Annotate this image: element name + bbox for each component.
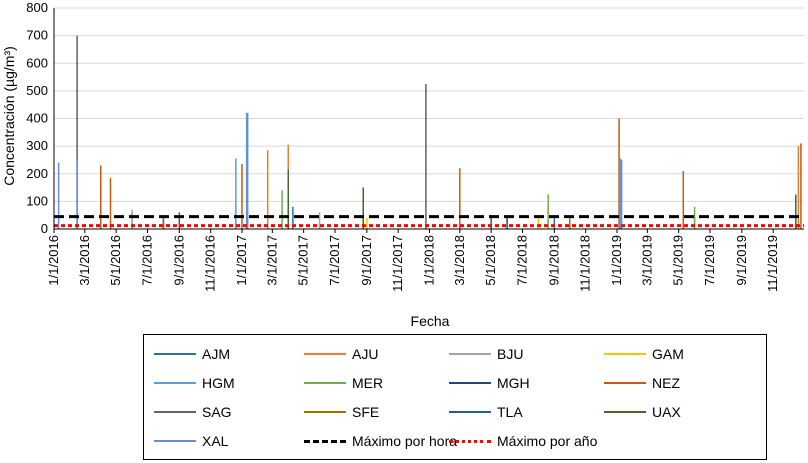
legend-swatch [449, 382, 491, 384]
x-tick-label: 3/1/2019 [639, 235, 654, 286]
legend-swatch [604, 411, 646, 413]
legend-label: MER [352, 375, 384, 391]
x-axis-title: Fecha [411, 313, 450, 329]
x-tick-label: 11/1/2018 [578, 235, 593, 292]
legend-item: BJU [449, 344, 523, 364]
legend-item: Máximo por año [449, 431, 597, 451]
x-tick-label: 7/1/2019 [702, 235, 717, 286]
legend-item: TLA [449, 402, 523, 422]
chart-legend: AJM AJU BJU GAM HGM MER MGH NEZ SAG SFE TLA UAX XAL M… [143, 334, 767, 460]
legend-swatch [449, 439, 491, 443]
x-tick-label: 9/1/2018 [546, 235, 561, 286]
legend-label: Máximo por hora [352, 433, 458, 449]
legend-label: XAL [202, 433, 229, 449]
x-tick-label: 1/1/2016 [46, 235, 61, 286]
legend-swatch [604, 353, 646, 355]
legend-label: AJM [202, 346, 230, 362]
legend-label: SFE [352, 404, 380, 420]
legend-swatch [449, 411, 491, 413]
y-tick-label: 300 [26, 138, 48, 153]
legend-item: SFE [304, 402, 379, 422]
y-tick-label: 200 [26, 166, 48, 181]
x-tick-label: 1/1/2018 [422, 235, 437, 286]
y-tick-label: 0 [41, 221, 48, 236]
x-tick-label: 9/1/2017 [359, 235, 374, 286]
legend-swatch [154, 353, 196, 355]
chart-area: 0 100 200 300 400 500 600 700 800 1/1/2016 3/1/20… [1, 0, 804, 329]
x-tick-label: 3/1/2017 [264, 235, 279, 286]
x-tick-label: 11/1/2017 [390, 235, 405, 292]
legend-swatch [304, 439, 346, 443]
legend-label: GAM [652, 346, 684, 362]
x-tick-label: 5/1/2016 [108, 235, 123, 286]
legend-swatch [304, 411, 346, 413]
legend-label: BJU [497, 346, 524, 362]
legend-item: Máximo por hora [304, 431, 457, 451]
legend-label: NEZ [652, 375, 680, 391]
legend-swatch [304, 353, 346, 355]
x-tick-label: 3/1/2016 [77, 235, 92, 286]
legend-label: AJU [352, 346, 379, 362]
x-tick-label: 1/1/2017 [234, 235, 249, 286]
legend-label: Máximo por año [497, 433, 598, 449]
x-tick-label: 1/1/2019 [609, 235, 624, 286]
legend-label: MGH [497, 375, 530, 391]
legend-item: MGH [449, 373, 530, 393]
x-tick-label: 5/1/2019 [671, 235, 686, 286]
legend-item: HGM [154, 373, 235, 393]
legend-item: AJU [304, 344, 378, 364]
x-tick-label: 7/1/2018 [514, 235, 529, 286]
legend-item: GAM [604, 344, 684, 364]
legend-label: UAX [652, 404, 681, 420]
legend-label: SAG [202, 404, 232, 420]
legend-item: MER [304, 373, 383, 393]
y-tick-label: 700 [26, 28, 48, 43]
legend-swatch [449, 353, 491, 355]
x-tick-label: 7/1/2016 [139, 235, 154, 286]
legend-label: HGM [202, 375, 235, 391]
y-tick-label: 800 [26, 0, 48, 15]
legend-item: XAL [154, 431, 228, 451]
y-tick-label: 400 [26, 111, 48, 126]
y-tick-label: 500 [26, 83, 48, 98]
legend-swatch [604, 382, 646, 384]
legend-swatch [154, 411, 196, 413]
x-tick-label: 5/1/2018 [483, 235, 498, 286]
legend-item: AJM [154, 344, 230, 364]
x-tick-label: 9/1/2019 [734, 235, 749, 286]
x-tick-label: 5/1/2017 [296, 235, 311, 286]
x-tick-label: 9/1/2016 [171, 235, 186, 286]
legend-item: UAX [604, 402, 681, 422]
y-tick-label: 100 [26, 193, 48, 208]
x-tick-label: 11/1/2019 [765, 235, 780, 292]
x-tick-label: 11/1/2016 [203, 235, 218, 292]
legend-swatch [154, 382, 196, 384]
y-tick-label: 600 [26, 55, 48, 70]
legend-swatch [154, 440, 196, 442]
legend-item: NEZ [604, 373, 680, 393]
x-tick-label: 3/1/2018 [452, 235, 467, 286]
legend-swatch [304, 382, 346, 384]
legend-label: TLA [497, 404, 523, 420]
y-axis-title: Concentración (µg/m³) [1, 46, 17, 186]
x-tick-label: 7/1/2017 [327, 235, 342, 286]
legend-item: SAG [154, 402, 232, 422]
